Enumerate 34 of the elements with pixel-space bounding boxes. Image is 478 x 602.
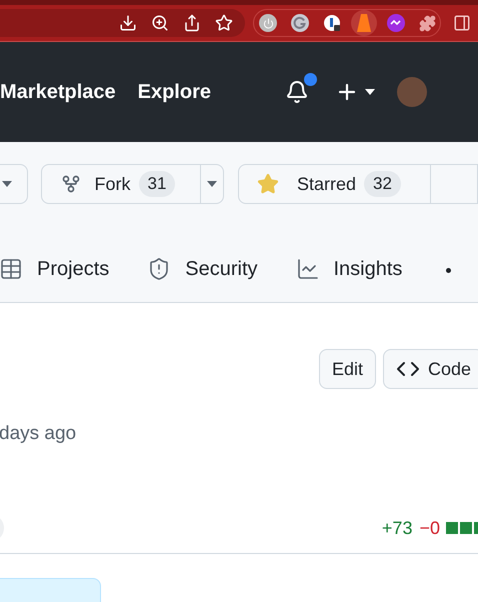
zoom-icon[interactable] (151, 14, 169, 32)
code-button[interactable]: Code (382, 349, 478, 389)
zigzag-extension-icon[interactable] (387, 14, 405, 32)
repo-tab[interactable]: Projects (0, 250, 110, 290)
nav-link[interactable]: Marketplace (0, 77, 116, 107)
caret-icon (2, 181, 12, 187)
caret-icon (206, 181, 217, 187)
extensions-icon[interactable] (419, 14, 436, 32)
commit-time: days ago (0, 422, 78, 446)
repo-tab[interactable]: Security (147, 250, 258, 290)
count-badge: 31 (138, 171, 176, 197)
fork-button[interactable]: Fork 31 (42, 165, 201, 203)
dropdown-button[interactable] (0, 164, 28, 204)
arc-extension-icon[interactable] (291, 14, 309, 32)
power-extension-icon[interactable] (259, 14, 277, 32)
star-button[interactable]: Starred 32 (239, 165, 431, 203)
count-badge: 32 (364, 171, 401, 197)
additions-count: +73 (382, 516, 412, 540)
download-icon[interactable] (119, 14, 137, 32)
keyhole-extension-icon[interactable] (323, 14, 341, 32)
nav-link[interactable]: Explore (138, 77, 211, 107)
caret-icon (364, 89, 375, 95)
edit-button[interactable]: Edit (318, 349, 376, 389)
notifications-button[interactable] (284, 73, 317, 104)
bell-icon (284, 80, 309, 104)
deletions-count: −0 (419, 516, 440, 540)
graph-icon (296, 257, 320, 281)
share-icon[interactable] (183, 14, 201, 32)
side-panel-icon[interactable] (453, 14, 471, 32)
repo-tab[interactable]: Insights (296, 250, 402, 290)
fork-icon (60, 174, 81, 194)
address-bar[interactable] (0, 9, 245, 37)
bookmark-star-icon[interactable] (215, 14, 233, 32)
table-icon (0, 257, 23, 281)
